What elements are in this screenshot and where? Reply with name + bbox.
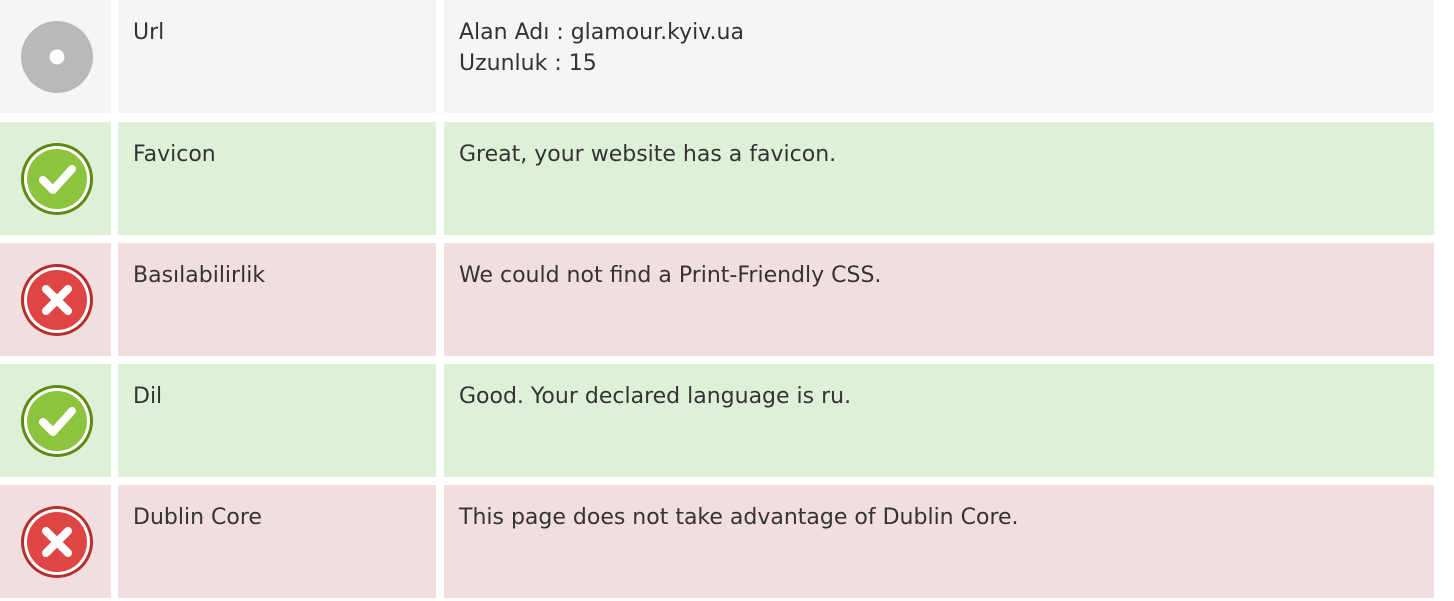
check-circle-icon [20,142,94,216]
x-circle-icon [20,263,94,337]
check-label: Basılabilirlik [133,263,266,288]
report-row-printability: Basılabilirlik We could not find a Print… [0,243,1434,356]
status-cell [0,485,111,598]
result-line-domain: Alan Adı : glamour.kyiv.ua [459,20,744,45]
check-label-cell: Dil [118,364,436,477]
check-label-cell: Basılabilirlik [118,243,436,356]
check-label: Dublin Core [133,505,262,530]
check-label-cell: Url [118,0,436,113]
info-circle-icon [20,20,94,94]
check-label-cell: Dublin Core [118,485,436,598]
seo-report-table: Url Alan Adı : glamour.kyiv.ua Uzunluk :… [0,0,1454,601]
report-row-url: Url Alan Adı : glamour.kyiv.ua Uzunluk :… [0,0,1434,113]
result-line: Good. Your declared language is ru. [459,384,852,409]
check-result-cell: Good. Your declared language is ru. [444,364,1434,477]
status-cell [0,364,111,477]
status-cell [0,243,111,356]
check-result-cell: Great, your website has a favicon. [444,122,1434,235]
check-label: Url [133,20,165,45]
result-line: We could not find a Print-Friendly CSS. [459,263,882,288]
x-circle-icon [20,505,94,579]
check-result-cell: Alan Adı : glamour.kyiv.ua Uzunluk : 15 [444,0,1434,113]
status-cell [0,122,111,235]
status-cell [0,0,111,113]
check-circle-icon [20,384,94,458]
report-row-dublin-core: Dublin Core This page does not take adva… [0,485,1434,598]
report-row-favicon: Favicon Great, your website has a favico… [0,122,1434,235]
report-row-language: Dil Good. Your declared language is ru. [0,364,1434,477]
check-result-cell: This page does not take advantage of Dub… [444,485,1434,598]
result-line: Great, your website has a favicon. [459,142,837,167]
result-line: This page does not take advantage of Dub… [459,505,1019,530]
check-label: Favicon [133,142,216,167]
check-label-cell: Favicon [118,122,436,235]
result-line-length: Uzunluk : 15 [459,51,597,76]
check-result-cell: We could not find a Print-Friendly CSS. [444,243,1434,356]
check-label: Dil [133,384,163,409]
